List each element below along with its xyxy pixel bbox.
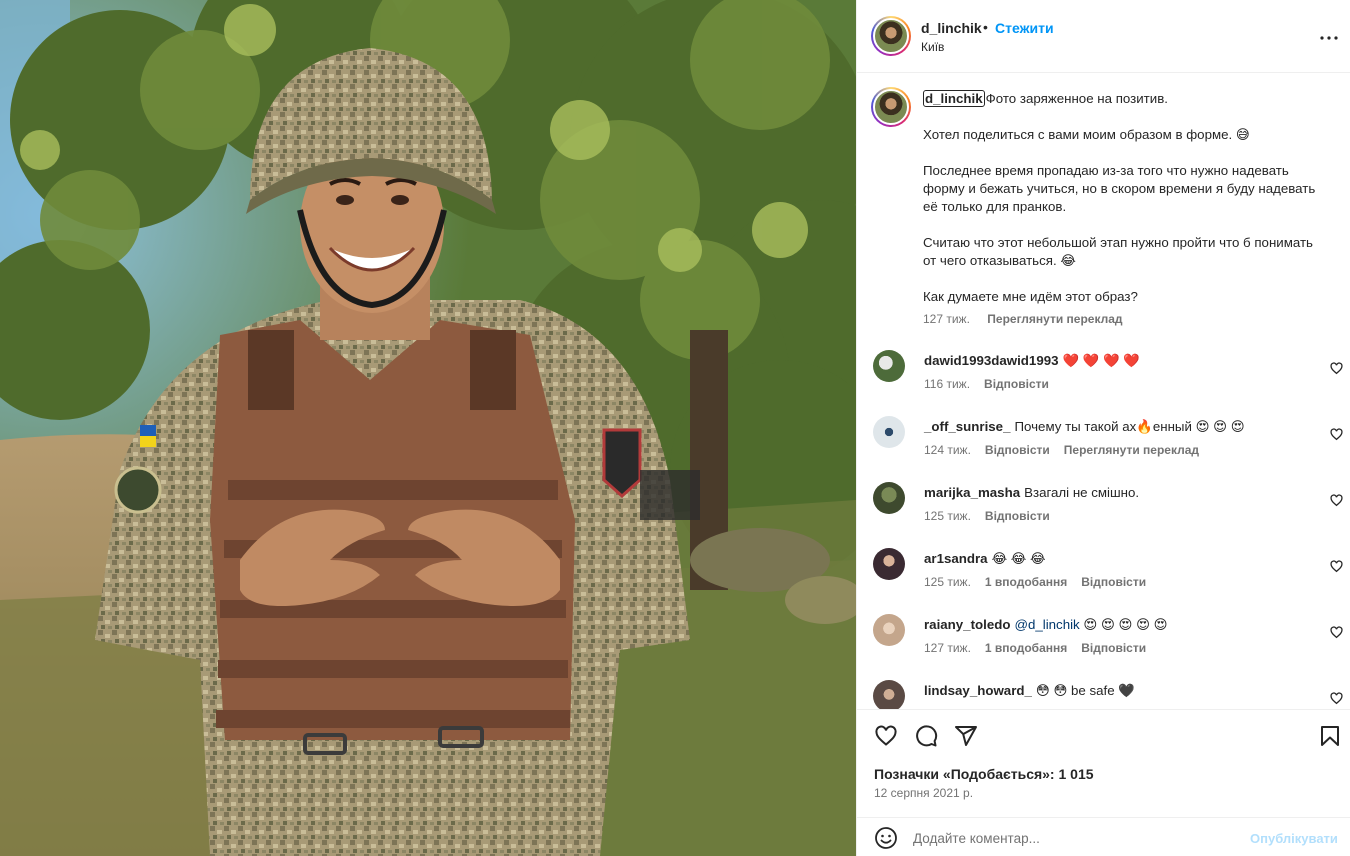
comment-likes-count[interactable]: 1 вподобання (985, 641, 1067, 655)
reply-button[interactable]: Відповісти (1081, 575, 1146, 589)
comment-time[interactable]: 124 тиж. (924, 443, 971, 457)
caption-time[interactable]: 127 тиж. (923, 312, 970, 326)
caption-paragraph-4: Считаю что этот небольшой этап нужно про… (923, 235, 1317, 268)
comment-username[interactable]: marijka_masha (924, 485, 1020, 500)
reply-button[interactable]: Відповісти (985, 443, 1050, 457)
comment-avatar[interactable] (873, 350, 905, 382)
heart-icon[interactable] (1330, 692, 1343, 705)
caption-paragraph-1: Фото заряженное на позитив. (985, 91, 1168, 106)
reply-button[interactable]: Відповісти (984, 377, 1049, 391)
comment-item: dawid1993dawid1993 ❤️ ❤️ ❤️ ❤️ 116 тиж. Ві… (857, 350, 1350, 410)
emoji-icon[interactable] (874, 826, 898, 850)
comment-item: lindsay_howard_ 😳 😳 be safe 🖤 (857, 680, 1350, 709)
publish-comment-button[interactable]: Опублікувати (1250, 831, 1338, 846)
comments-scroll-area[interactable]: d_linchik Фото заряженное на позитив. Хот… (857, 73, 1350, 709)
heart-icon[interactable] (1330, 428, 1343, 441)
comment-text: ❤️ ❤️ ❤️ ❤️ (1062, 353, 1140, 368)
caption-avatar[interactable] (871, 87, 911, 127)
comment-item: ar1sandra 😂 😂 😂 125 тиж. 1 вподобання Відпо… (857, 548, 1350, 608)
comment-username[interactable]: ar1sandra (924, 551, 988, 566)
comment-avatar[interactable] (873, 548, 905, 580)
comment-username[interactable]: dawid1993dawid1993 (924, 353, 1059, 368)
comment-translate-link[interactable]: Переглянути переклад (1064, 443, 1199, 457)
post-header: d_linchik • Стежити Київ (857, 0, 1350, 73)
post-location[interactable]: Київ (921, 40, 944, 54)
comment-avatar[interactable] (873, 680, 905, 709)
caption-meta: 127 тиж. Переглянути переклад (923, 312, 1137, 326)
more-horizontal-icon[interactable] (1317, 26, 1341, 50)
comment-avatar[interactable] (873, 416, 905, 448)
comment-item: marijka_masha Взагалі не смішно. 125 тиж.… (857, 482, 1350, 542)
send-icon[interactable] (954, 724, 978, 748)
comment-item: raiany_toledo @d_linchik 😍 😍 😍 😍 😍 127 ти… (857, 614, 1350, 674)
reply-button[interactable]: Відповісти (985, 509, 1050, 523)
comment-text: Почему ты такой ах🔥енный 😍 😍 😍 (1014, 419, 1245, 434)
reply-button[interactable]: Відповісти (1081, 641, 1146, 655)
comment-username[interactable]: raiany_toledo (924, 617, 1010, 632)
comment-text: Взагалі не смішно. (1024, 485, 1140, 500)
caption-username[interactable]: d_linchik (923, 90, 985, 107)
author-username[interactable]: d_linchik (921, 20, 982, 36)
post-actions: Позначки «Подобається»: 1 015 12 серпня … (857, 709, 1350, 817)
comment-time[interactable]: 127 тиж. (924, 641, 971, 655)
heart-icon[interactable] (874, 724, 898, 748)
comment-input[interactable] (913, 828, 1233, 848)
heart-icon[interactable] (1330, 626, 1343, 639)
comment-mention[interactable]: @d_linchik (1014, 617, 1079, 632)
post-side-panel: d_linchik • Стежити Київ d_linchik Фото з… (856, 0, 1350, 856)
caption-paragraph-2: Хотел поделиться с вами моим образом в ф… (923, 127, 1250, 142)
add-comment-bar: Опублікувати (857, 817, 1350, 856)
comment-time[interactable]: 125 тиж. (924, 575, 971, 589)
comment-time[interactable]: 116 тиж. (924, 377, 970, 391)
comment-time[interactable]: 125 тиж. (924, 509, 971, 523)
heart-icon[interactable] (1330, 560, 1343, 573)
caption-translate-link[interactable]: Переглянути переклад (987, 312, 1122, 326)
comment-likes-count[interactable]: 1 вподобання (985, 575, 1067, 589)
post-date[interactable]: 12 серпня 2021 р. (874, 786, 973, 800)
comment-text: 😂 😂 😂 (991, 551, 1046, 566)
comment-username[interactable]: lindsay_howard_ (924, 683, 1032, 698)
caption-text: d_linchik Фото заряженное на позитив. Хот… (923, 90, 1323, 324)
post-photo[interactable] (0, 0, 856, 856)
author-avatar[interactable] (871, 16, 911, 56)
heart-icon[interactable] (1330, 494, 1343, 507)
heart-icon[interactable] (1330, 362, 1343, 375)
comment-avatar[interactable] (873, 614, 905, 646)
caption-paragraph-5: Как думаете мне идём этот образ? (923, 289, 1138, 304)
bookmark-icon[interactable] (1318, 724, 1342, 748)
caption-paragraph-3: Последнее время пропадаю из-за того что … (923, 163, 1320, 214)
comment-icon[interactable] (914, 724, 938, 748)
follow-button[interactable]: Стежити (995, 20, 1054, 36)
comment-item: _off_sunrise_ Почему ты такой ах🔥енный 😍 … (857, 416, 1350, 476)
post-photo-illustration (0, 0, 856, 856)
likes-count[interactable]: Позначки «Подобається»: 1 015 (874, 766, 1094, 782)
comment-username[interactable]: _off_sunrise_ (924, 419, 1010, 434)
comment-text: 😍 😍 😍 😍 😍 (1083, 617, 1168, 632)
header-separator: • (983, 19, 988, 35)
comment-avatar[interactable] (873, 482, 905, 514)
comment-text: 😳 😳 be safe 🖤 (1035, 683, 1135, 698)
